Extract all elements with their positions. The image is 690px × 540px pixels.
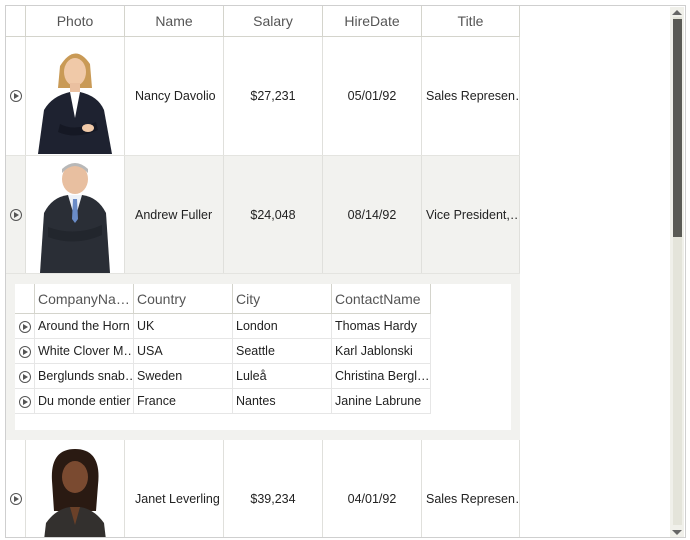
row-expander[interactable] bbox=[15, 339, 35, 364]
list-item[interactable]: Du monde entier France Nantes Janine Lab… bbox=[15, 389, 431, 414]
company-cell: Du monde entier bbox=[35, 389, 134, 414]
expand-icon[interactable] bbox=[18, 395, 31, 408]
photo-cell bbox=[26, 156, 125, 273]
company-cell: Around the Horn bbox=[35, 314, 134, 339]
header-title[interactable]: Title bbox=[422, 6, 520, 36]
child-header-contact[interactable]: ContactName bbox=[332, 284, 431, 314]
expand-icon[interactable] bbox=[18, 345, 31, 358]
name-cell: Nancy Davolio bbox=[125, 37, 224, 155]
expand-icon[interactable] bbox=[9, 492, 22, 505]
country-cell: USA bbox=[134, 339, 233, 364]
contact-cell: Karl Jablonski bbox=[332, 339, 431, 364]
grid-header: Photo Name Salary HireDate Title bbox=[6, 6, 520, 37]
company-cell: Berglunds snab… bbox=[35, 364, 134, 389]
table-row-expanded[interactable]: Andrew Fuller $24,048 08/14/92 Vice Pres… bbox=[6, 156, 520, 274]
city-cell: Luleå bbox=[233, 364, 332, 389]
company-cell: White Clover M… bbox=[35, 339, 134, 364]
salary-cell: $27,231 bbox=[224, 37, 323, 155]
vertical-scrollbar[interactable] bbox=[670, 7, 684, 537]
row-expander[interactable] bbox=[6, 156, 26, 273]
country-cell: Sweden bbox=[134, 364, 233, 389]
name-cell: Andrew Fuller bbox=[125, 156, 224, 273]
table-row[interactable]: Nancy Davolio $27,231 05/01/92 Sales Rep… bbox=[6, 37, 520, 156]
city-cell: Seattle bbox=[233, 339, 332, 364]
title-cell: Sales Represen… bbox=[422, 440, 520, 537]
city-cell: London bbox=[233, 314, 332, 339]
child-header-country[interactable]: Country bbox=[134, 284, 233, 314]
photo-cell bbox=[26, 440, 125, 537]
expand-icon[interactable] bbox=[9, 208, 22, 221]
city-cell: Nantes bbox=[233, 389, 332, 414]
salary-cell: $39,234 bbox=[224, 440, 323, 537]
hiredate-cell: 04/01/92 bbox=[323, 440, 422, 537]
employee-photo bbox=[30, 38, 120, 154]
hiredate-cell: 05/01/92 bbox=[323, 37, 422, 155]
header-expander-cell bbox=[6, 6, 26, 36]
employee-photo bbox=[30, 156, 120, 273]
child-header-company[interactable]: CompanyNa… bbox=[35, 284, 134, 314]
scroll-thumb[interactable] bbox=[673, 19, 682, 237]
country-cell: UK bbox=[134, 314, 233, 339]
child-header-expander bbox=[15, 284, 35, 314]
list-item[interactable]: White Clover M… USA Seattle Karl Jablons… bbox=[15, 339, 431, 364]
row-details: CompanyNa… Country City ContactName Arou… bbox=[6, 274, 520, 440]
header-photo[interactable]: Photo bbox=[26, 6, 125, 36]
header-salary[interactable]: Salary bbox=[224, 6, 323, 36]
contact-cell: Thomas Hardy bbox=[332, 314, 431, 339]
employees-grid: Photo Name Salary HireDate Title Nancy D… bbox=[5, 5, 686, 538]
expand-icon[interactable] bbox=[18, 370, 31, 383]
row-expander[interactable] bbox=[6, 440, 26, 537]
header-name[interactable]: Name bbox=[125, 6, 224, 36]
scroll-down-arrow-icon[interactable] bbox=[672, 530, 682, 535]
list-item[interactable]: Berglunds snab… Sweden Luleå Christina B… bbox=[15, 364, 431, 389]
salary-cell: $24,048 bbox=[224, 156, 323, 273]
hiredate-cell: 08/14/92 bbox=[323, 156, 422, 273]
list-item[interactable]: Around the Horn UK London Thomas Hardy bbox=[15, 314, 431, 339]
expand-icon[interactable] bbox=[9, 90, 22, 102]
contact-cell: Christina Bergl… bbox=[332, 364, 431, 389]
table-row[interactable]: Janet Leverling $39,234 04/01/92 Sales R… bbox=[6, 440, 520, 537]
expand-icon[interactable] bbox=[18, 320, 31, 333]
title-cell: Sales Represen… bbox=[422, 37, 520, 155]
header-hiredate[interactable]: HireDate bbox=[323, 6, 422, 36]
child-grid: CompanyNa… Country City ContactName Arou… bbox=[15, 284, 511, 430]
row-expander[interactable] bbox=[15, 314, 35, 339]
scroll-up-arrow-icon[interactable] bbox=[672, 10, 682, 15]
title-cell: Vice President,… bbox=[422, 156, 520, 273]
employee-photo bbox=[30, 440, 120, 537]
name-cell: Janet Leverling bbox=[125, 440, 224, 537]
contact-cell: Janine Labrune bbox=[332, 389, 431, 414]
row-expander[interactable] bbox=[6, 37, 26, 155]
country-cell: France bbox=[134, 389, 233, 414]
photo-cell bbox=[26, 37, 125, 155]
child-header-city[interactable]: City bbox=[233, 284, 332, 314]
row-expander[interactable] bbox=[15, 389, 35, 414]
row-expander[interactable] bbox=[15, 364, 35, 389]
